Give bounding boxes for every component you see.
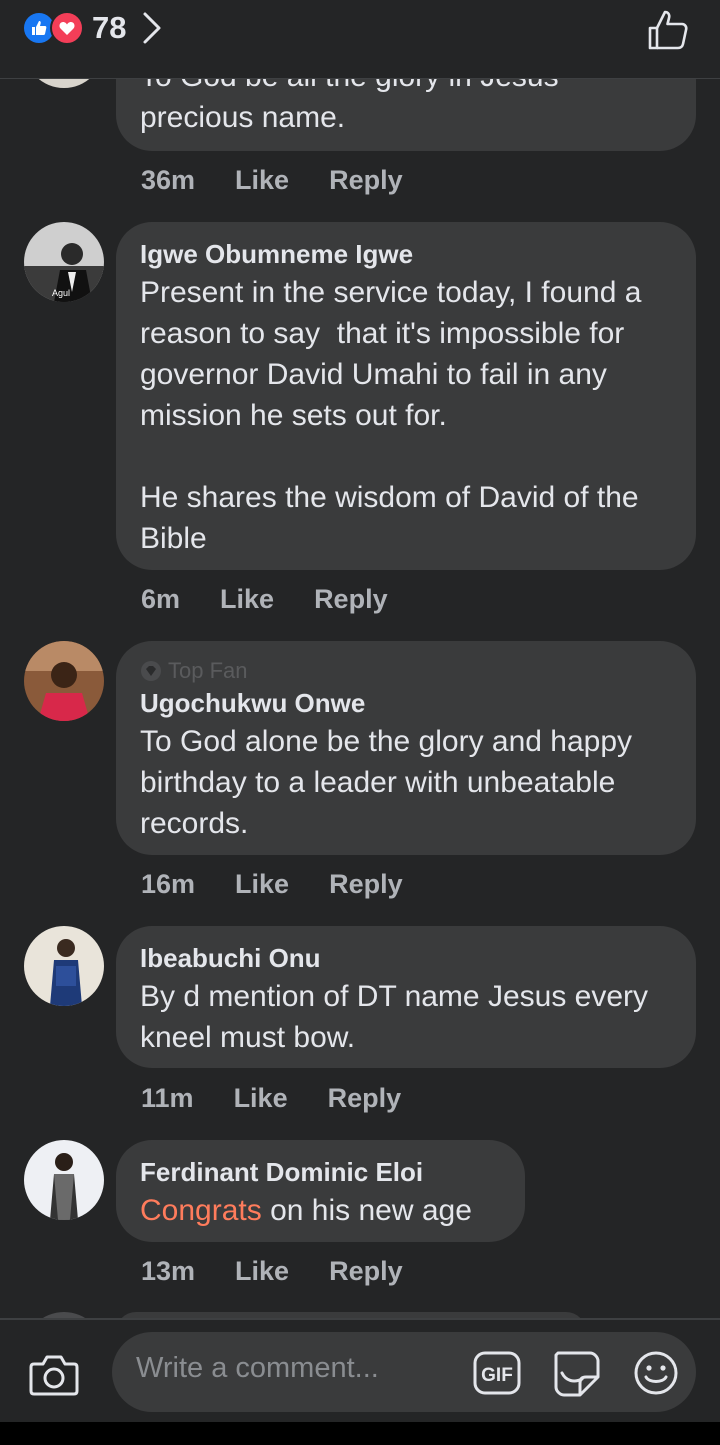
comment-actions: 36m Like Reply [141,165,443,196]
reactions-header: 78 [0,0,720,79]
avatar-photo [24,641,104,721]
sticker-icon[interactable] [552,1349,602,1397]
avatar[interactable]: Agul [24,222,104,302]
avatar[interactable] [24,926,104,1006]
comment-time: 16m [141,869,196,899]
comment-time: 36m [141,165,196,195]
reactions-summary[interactable]: 78 [22,10,162,46]
avatar-caption: Agul [52,288,70,298]
comment-bubble[interactable]: Top Fan Ugochukwu Onwe To God alone be t… [116,641,696,855]
avatar[interactable] [24,641,104,721]
avatar-photo [24,1140,104,1220]
like-link[interactable]: Like [234,1083,288,1114]
comment-actions: 16m Like Reply [141,869,443,900]
comment-text: Congrats on his new age [140,1190,501,1231]
comment-bubble[interactable]: Ibeabuchi Onu By d mention of DT name Je… [116,926,696,1068]
comment-time: 13m [141,1256,196,1286]
comments-list[interactable]: To God be all the glory in Jesus preciou… [0,0,720,1318]
badge-label: Top Fan [168,658,248,683]
comment-author[interactable]: Ugochukwu Onwe [140,685,672,721]
diamond-icon [141,661,161,681]
comment-actions: 13m Like Reply [141,1256,443,1287]
comment-actions: 11m Like Reply [141,1083,441,1114]
comment-input-placeholder: Write a comment... [136,1352,379,1384]
reply-link[interactable]: Reply [329,869,403,900]
comment-text: Present in the service today, I found a … [140,276,642,555]
comment-text: To God alone be the glory and happy birt… [140,725,641,840]
avatar[interactable] [24,1140,104,1220]
comment-composer: Write a comment... GIF [0,1318,720,1424]
gif-icon[interactable]: GIF [472,1350,522,1396]
comment-bubble[interactable]: Igwe Obumneme Igwe Present in the servic… [116,222,696,570]
comment-text: precious name. [140,101,346,134]
chevron-right-icon[interactable] [142,11,162,45]
comment-time: 11m [141,1083,194,1113]
avatar-photo: Agul [24,222,104,302]
comment-input[interactable]: Write a comment... GIF [112,1332,696,1412]
camera-icon[interactable] [28,1352,80,1398]
highlight-text[interactable]: Congrats [140,1194,262,1227]
gif-label: GIF [481,1365,513,1386]
comment-author[interactable]: Ibeabuchi Onu [140,940,672,976]
comment-time: 6m [141,584,181,614]
comment-author[interactable]: Ferdinant Dominic Eloi [140,1154,501,1190]
reaction-count: 78 [92,10,127,45]
avatar-photo [24,926,104,1006]
like-link[interactable]: Like [235,165,289,196]
love-reaction-icon [50,11,84,45]
reply-link[interactable]: Reply [329,165,403,196]
reply-link[interactable]: Reply [329,1256,403,1287]
system-nav-bar [0,1422,720,1445]
reply-link[interactable]: Reply [328,1083,402,1114]
like-link[interactable]: Like [220,584,274,615]
reply-link[interactable]: Reply [314,584,388,615]
comment-actions: 6m Like Reply [141,584,428,615]
comment-text-rest: on his new age [261,1194,472,1227]
comment-author[interactable]: Igwe Obumneme Igwe [140,236,672,272]
emoji-icon[interactable] [632,1349,680,1397]
comment-text: By d mention of DT name Jesus every knee… [140,980,657,1054]
like-link[interactable]: Like [235,869,289,900]
comment-bubble[interactable]: Ferdinant Dominic Eloi Congrats on his n… [116,1140,525,1242]
top-fan-badge: Top Fan [140,657,672,685]
like-link[interactable]: Like [235,1256,289,1287]
like-post-icon[interactable] [646,8,690,52]
